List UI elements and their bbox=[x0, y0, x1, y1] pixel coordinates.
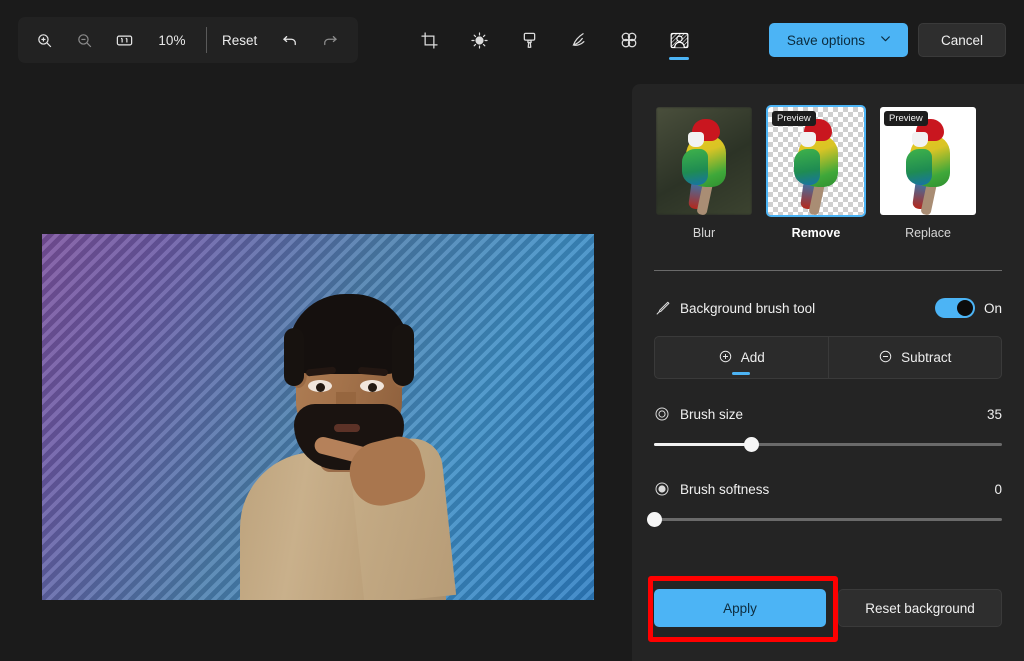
subject-hair-side-right bbox=[392, 324, 414, 386]
save-options-label: Save options bbox=[786, 32, 865, 48]
add-subtract-segmented-control: Add Subtract bbox=[654, 336, 1002, 379]
minus-circle-icon bbox=[878, 349, 893, 367]
filled-circle-icon bbox=[654, 481, 680, 497]
panel-divider bbox=[654, 270, 1002, 271]
cancel-button[interactable]: Cancel bbox=[917, 23, 1006, 57]
editing-tools-group bbox=[412, 17, 696, 63]
background-mode-remove[interactable]: Preview Remove bbox=[766, 105, 866, 240]
tool-active-indicator bbox=[669, 57, 689, 60]
erase-tool-button[interactable] bbox=[612, 18, 646, 62]
subject-eye-left bbox=[308, 380, 332, 392]
remove-thumbnail[interactable]: Preview bbox=[766, 105, 866, 217]
brush-size-slider[interactable] bbox=[654, 436, 1002, 454]
brush-size-row: Brush size 35 bbox=[654, 406, 1002, 422]
add-segment-label: Add bbox=[740, 350, 765, 365]
crop-tool-button[interactable] bbox=[412, 18, 446, 62]
background-mode-replace[interactable]: Preview Replace bbox=[878, 105, 978, 240]
image-canvas[interactable] bbox=[42, 234, 594, 600]
background-brush-tool-row: Background brush tool On bbox=[654, 298, 1002, 318]
zoom-out-icon[interactable] bbox=[64, 23, 104, 57]
adjustments-tool-button[interactable] bbox=[462, 18, 496, 62]
blur-label: Blur bbox=[692, 226, 716, 240]
preview-badge: Preview bbox=[772, 111, 816, 126]
blur-thumbnail[interactable] bbox=[654, 105, 754, 217]
chevron-down-icon bbox=[879, 32, 892, 48]
zoom-in-icon[interactable] bbox=[24, 23, 64, 57]
draw-tool-button[interactable] bbox=[562, 18, 596, 62]
parrot-illustration bbox=[902, 119, 958, 215]
subject-photo bbox=[238, 254, 457, 600]
background-mode-blur[interactable]: Blur bbox=[654, 105, 754, 240]
background-mode-list: Blur Preview Remove Preview Replace bbox=[654, 105, 1002, 240]
top-right-actions: Save options Cancel bbox=[768, 23, 1006, 57]
zoom-controls-group: 10% Reset bbox=[18, 17, 358, 63]
brush-softness-slider[interactable] bbox=[647, 511, 1002, 529]
brush-softness-value: 0 bbox=[994, 481, 1002, 497]
add-segment-button[interactable]: Add bbox=[655, 337, 828, 378]
plus-circle-icon bbox=[718, 349, 733, 367]
brush-softness-row: Brush softness 0 bbox=[654, 481, 1002, 497]
background-brush-toggle-state: On bbox=[983, 300, 1002, 316]
subtract-segment-button[interactable]: Subtract bbox=[827, 337, 1002, 378]
undo-icon[interactable] bbox=[270, 23, 310, 57]
redo-icon[interactable] bbox=[310, 23, 350, 57]
photo-editor-window: 10% Reset Save options Cancel Blur Previ… bbox=[0, 0, 1024, 661]
parrot-illustration bbox=[678, 119, 734, 215]
brush-size-value: 35 bbox=[986, 406, 1002, 422]
toolbar-divider bbox=[206, 27, 207, 53]
subject-hair-side-left bbox=[284, 328, 304, 386]
zoom-level-value: 10% bbox=[158, 32, 186, 48]
background-brush-tool-label: Background brush tool bbox=[680, 300, 816, 316]
subject-mouth bbox=[334, 424, 360, 432]
canvas-area[interactable] bbox=[0, 80, 632, 661]
background-brush-toggle[interactable] bbox=[934, 298, 975, 318]
reset-background-button[interactable]: Reset background bbox=[838, 589, 1002, 627]
replace-thumbnail[interactable]: Preview bbox=[878, 105, 978, 217]
remove-label: Remove bbox=[791, 226, 841, 240]
apply-button[interactable]: Apply bbox=[654, 589, 826, 627]
save-options-button[interactable]: Save options bbox=[768, 23, 908, 57]
target-circle-icon bbox=[654, 406, 680, 422]
subtract-segment-label: Subtract bbox=[901, 350, 952, 365]
top-toolbar: 10% Reset Save options Cancel bbox=[0, 0, 1024, 80]
reset-button[interactable]: Reset bbox=[213, 27, 266, 54]
paintbrush-icon bbox=[654, 300, 680, 317]
brush-size-label: Brush size bbox=[680, 406, 744, 422]
replace-label: Replace bbox=[905, 226, 951, 240]
subject-eye-right bbox=[360, 380, 384, 392]
preview-badge: Preview bbox=[884, 111, 928, 126]
markup-tool-button[interactable] bbox=[512, 18, 546, 62]
parrot-illustration bbox=[790, 119, 846, 215]
background-tool-button[interactable] bbox=[662, 18, 696, 62]
brush-softness-label: Brush softness bbox=[680, 481, 770, 497]
panel-footer-actions: Apply Reset background bbox=[654, 589, 1002, 627]
segment-active-indicator bbox=[732, 372, 751, 375]
background-options-panel: Blur Preview Remove Preview Replace Back… bbox=[632, 84, 1024, 661]
one-to-one-icon[interactable] bbox=[104, 23, 144, 57]
